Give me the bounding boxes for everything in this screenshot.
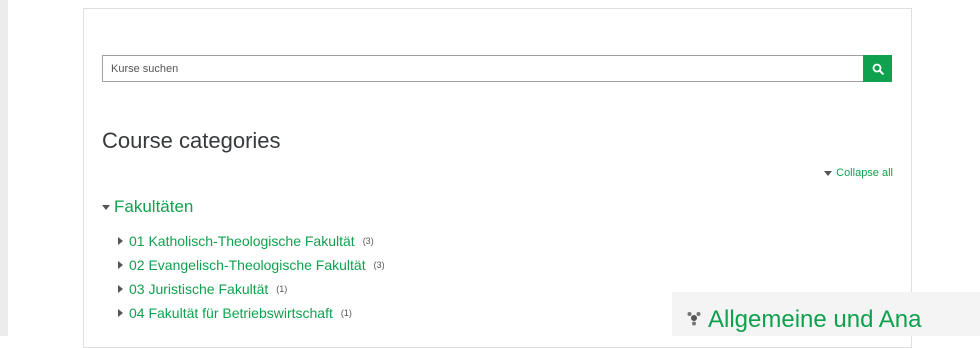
search-button[interactable] [863,55,892,82]
subcategory-item[interactable]: 03 Juristische Fakultät (1) [118,277,385,301]
caret-right-icon [118,261,123,269]
subcategory-item[interactable]: 02 Evangelisch-Theologische Fakultät (3) [118,253,385,277]
collapse-all-label: Collapse all [836,167,893,179]
course-count: (3) [362,236,374,246]
caret-down-icon [102,204,110,210]
course-search-input[interactable] [102,55,863,82]
subcategory-item[interactable]: 01 Katholisch-Theologische Fakultät (3) [118,229,385,253]
subcategory-label: 04 Fakultät für Betriebswirtschaft [129,305,333,321]
course-count: (1) [340,308,352,318]
subcategory-label: 01 Katholisch-Theologische Fakultät [129,233,355,249]
caret-down-icon [824,170,833,176]
category-fakultaeten[interactable]: Fakultäten [102,197,193,217]
subcategory-item[interactable]: 04 Fakultät für Betriebswirtschaft (1) [118,301,385,325]
caret-right-icon [118,237,123,245]
block-title[interactable]: Allgemeine und Ana [708,306,922,334]
caret-right-icon [118,309,123,317]
left-gutter [0,0,8,336]
subcategory-label: 02 Evangelisch-Theologische Fakultät [129,257,366,273]
subcategory-list: 01 Katholisch-Theologische Fakultät (3) … [118,229,385,325]
search-icon [872,63,884,75]
page-title: Course categories [102,128,281,153]
course-count: (1) [276,284,288,294]
category-label: Fakultäten [114,197,194,216]
block-header: Allgemeine und Ana [672,292,980,336]
caret-right-icon [118,285,123,293]
puzzle-icon [687,312,701,326]
course-count: (3) [373,260,385,270]
subcategory-label: 03 Juristische Fakultät [129,281,269,297]
course-search-form [102,55,892,82]
collapse-all-link[interactable]: Collapse all [824,167,893,179]
